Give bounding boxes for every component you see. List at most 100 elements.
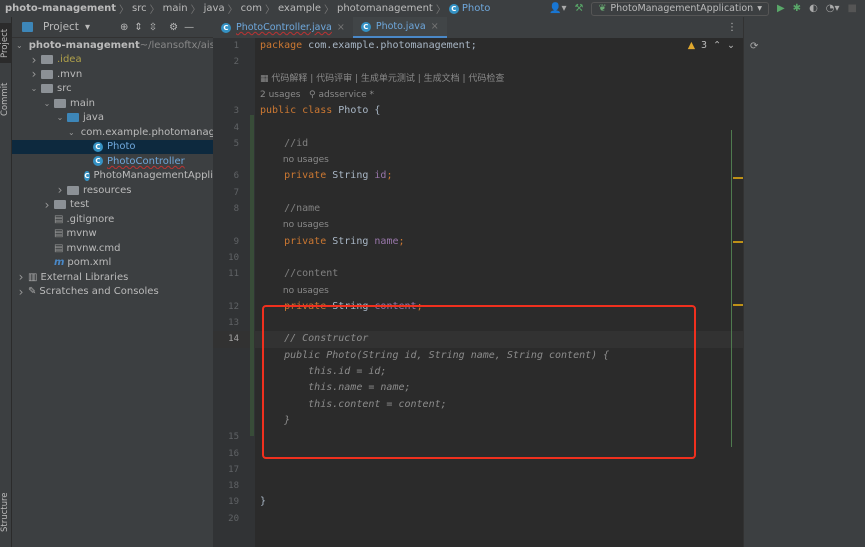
- chevron-right-icon[interactable]: ›: [29, 53, 39, 67]
- line-number: 13: [228, 318, 239, 329]
- code-line[interactable]: 2: [213, 54, 743, 70]
- chevron-right-icon[interactable]: ›: [29, 67, 39, 81]
- run-configuration-select[interactable]: ❦ PhotoManagementApplication ▾: [591, 1, 769, 16]
- close-icon[interactable]: ×: [431, 21, 439, 32]
- code-line[interactable]: 5 //id: [213, 136, 743, 152]
- code-line[interactable]: 7: [213, 185, 743, 201]
- chevron-down-icon[interactable]: ⌄: [55, 113, 65, 122]
- code-line[interactable]: 9 private String name;: [213, 234, 743, 250]
- tree-item[interactable]: › resources: [12, 183, 213, 198]
- code-line[interactable]: 20: [213, 511, 743, 527]
- chevron-down-icon[interactable]: ⌄: [29, 84, 39, 93]
- code-line[interactable]: 6 private String id;: [213, 168, 743, 184]
- tree-item[interactable]: ▤ .gitignore: [12, 212, 213, 227]
- profile-icon[interactable]: ◔▾: [826, 3, 840, 14]
- project-panel-title[interactable]: Project: [43, 21, 79, 33]
- code-line[interactable]: 11 //content: [213, 266, 743, 282]
- inspection-widget[interactable]: ▲ 3 ⌃ ⌄: [688, 40, 735, 51]
- tree-item[interactable]: ⌄ src: [12, 82, 213, 97]
- code-line[interactable]: no usages: [213, 152, 743, 168]
- right-tool-pane: ⟳: [743, 17, 865, 547]
- structure-tool-button[interactable]: Structure: [0, 487, 12, 537]
- breadcrumb-photomanagement[interactable]: photomanagement: [337, 3, 433, 14]
- breadcrumb-src[interactable]: src: [132, 3, 147, 14]
- code-line[interactable]: 8 //name: [213, 201, 743, 217]
- warning-stripe[interactable]: [733, 241, 743, 243]
- inlay-hint[interactable]: no usages: [260, 155, 329, 165]
- chevron-right-icon[interactable]: ›: [55, 183, 65, 197]
- inlay-hint[interactable]: 2 usages ⚲ adsservice *: [260, 90, 374, 100]
- line-number: 9: [233, 236, 239, 247]
- close-icon[interactable]: ×: [337, 22, 345, 33]
- code-line[interactable]: no usages: [213, 283, 743, 299]
- tree-item-label: mvnw: [66, 228, 97, 240]
- chevron-right-icon[interactable]: ›: [16, 285, 26, 299]
- breadcrumb-com[interactable]: com: [241, 3, 262, 14]
- code-line[interactable]: 1 package com.example.photomanagement;: [213, 38, 743, 54]
- tree-item[interactable]: ⌄ java: [12, 111, 213, 126]
- chevron-down-icon[interactable]: ⌄: [16, 41, 23, 50]
- chevron-right-icon[interactable]: ›: [42, 198, 52, 212]
- inlay-hint[interactable]: ▦ 代码解释 | 代码评审 | 生成单元测试 | 生成文档 | 代码检查: [260, 74, 504, 84]
- code-line[interactable]: 2 usages ⚲ adsservice *: [213, 87, 743, 103]
- tab-photo[interactable]: C Photo.java ×: [352, 17, 447, 38]
- tree-item[interactable]: C PhotoManagementAppli: [12, 169, 213, 184]
- tree-item[interactable]: ⌄ photo-management ~/leansoftx/aise-: [12, 38, 213, 53]
- refresh-icon[interactable]: ⟳: [750, 41, 758, 52]
- user-icon[interactable]: 👤▾: [549, 3, 566, 14]
- tree-item[interactable]: › ▥ External Libraries: [12, 270, 213, 285]
- tree-item[interactable]: ▤ mvnw: [12, 227, 213, 242]
- code-line[interactable]: 18: [213, 478, 743, 494]
- chevron-right-icon[interactable]: ›: [16, 270, 26, 284]
- code-line[interactable]: ▦ 代码解释 | 代码评审 | 生成单元测试 | 生成文档 | 代码检查: [213, 71, 743, 87]
- more-tabs-icon[interactable]: ⋮: [727, 22, 737, 33]
- locate-icon[interactable]: ⊕: [120, 22, 128, 33]
- build-hammer-icon[interactable]: ⚒: [574, 3, 583, 14]
- stop-icon[interactable]: ■: [848, 3, 857, 14]
- code-line[interactable]: 4: [213, 120, 743, 136]
- warning-stripe[interactable]: [733, 304, 743, 306]
- next-highlight-icon[interactable]: ⌄: [727, 40, 735, 51]
- expand-all-icon[interactable]: ⇕: [134, 22, 142, 33]
- code-line[interactable]: 10: [213, 250, 743, 266]
- previous-highlight-icon[interactable]: ⌃: [713, 40, 721, 51]
- breadcrumb-separator: 〉: [435, 5, 446, 16]
- code-line[interactable]: 17: [213, 462, 743, 478]
- line-number: 18: [228, 481, 239, 492]
- inlay-hint[interactable]: no usages: [260, 286, 329, 296]
- tree-item[interactable]: C PhotoController: [12, 154, 213, 169]
- code-text: }: [260, 494, 266, 510]
- hide-icon[interactable]: —: [184, 22, 194, 33]
- tree-item[interactable]: ⌄ com.example.photomanage: [12, 125, 213, 140]
- breadcrumb-java[interactable]: java: [204, 3, 225, 14]
- tree-item[interactable]: › .idea: [12, 53, 213, 68]
- breadcrumb-main[interactable]: main: [163, 3, 188, 14]
- chevron-down-icon[interactable]: ⌄: [42, 99, 52, 108]
- breadcrumb-example[interactable]: example: [278, 3, 321, 14]
- breadcrumb-photo[interactable]: Photo: [462, 3, 491, 14]
- tree-item[interactable]: ▤ mvnw.cmd: [12, 241, 213, 256]
- warning-stripe[interactable]: [733, 177, 743, 179]
- code-line[interactable]: no usages: [213, 217, 743, 233]
- chevron-down-icon[interactable]: ▾: [85, 22, 90, 33]
- tree-item[interactable]: › .mvn: [12, 67, 213, 82]
- tree-item[interactable]: C Photo: [12, 139, 213, 154]
- tree-item[interactable]: m pom.xml: [12, 256, 213, 271]
- tree-item[interactable]: ⌄ main: [12, 96, 213, 111]
- debug-icon[interactable]: ✱: [793, 3, 801, 14]
- tree-item[interactable]: › ✎ Scratches and Consoles: [12, 285, 213, 300]
- code-line[interactable]: 3 public class Photo {: [213, 103, 743, 119]
- code-line[interactable]: 19}: [213, 494, 743, 510]
- collapse-all-icon[interactable]: ⇳: [149, 22, 157, 33]
- code-editor[interactable]: 1 package com.example.photomanagement; 2 ▦ …: [213, 38, 743, 547]
- inlay-hint[interactable]: no usages: [260, 220, 329, 230]
- gear-icon[interactable]: ⚙: [169, 22, 178, 33]
- project-tool-button[interactable]: Project: [0, 23, 12, 63]
- coverage-icon[interactable]: ◐: [809, 3, 818, 14]
- tab-photocontroller[interactable]: C PhotoController.java ×: [213, 17, 353, 38]
- run-icon[interactable]: ▶: [777, 3, 785, 14]
- breadcrumb-project[interactable]: photo-management: [5, 3, 116, 14]
- commit-tool-button[interactable]: Commit: [0, 77, 12, 122]
- chevron-down-icon[interactable]: ⌄: [68, 128, 75, 137]
- tree-item[interactable]: › test: [12, 198, 213, 213]
